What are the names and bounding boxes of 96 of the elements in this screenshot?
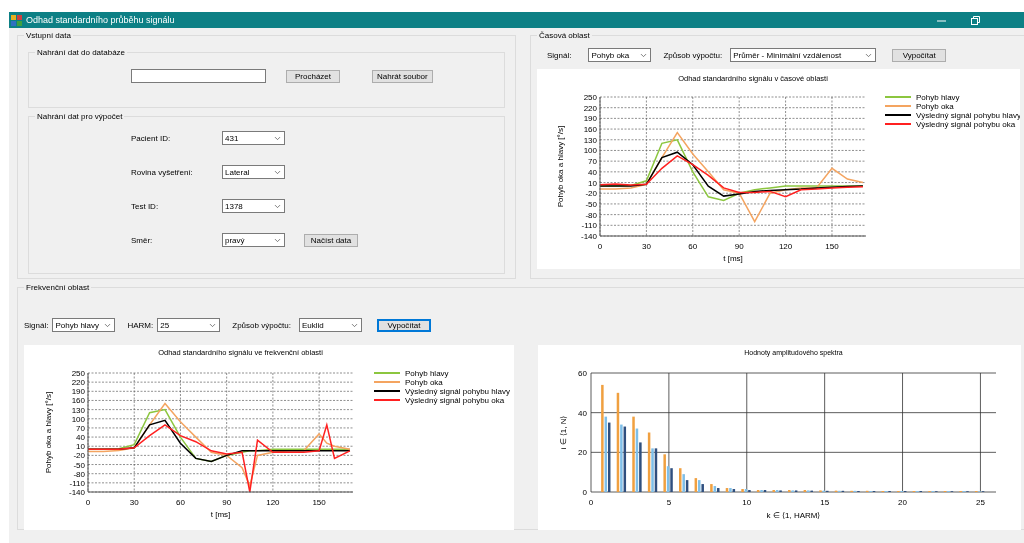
dropdown[interactable]: Pohyb oka (588, 48, 652, 62)
axis-title: i ∈ ⟨1, N⟩ (559, 415, 568, 450)
axis-title: Pohyb oka a hlavy [°/s] (556, 125, 565, 208)
tick-label: 220 (583, 103, 597, 113)
window-title: Odhad standardního průběhu signálu (26, 15, 176, 25)
file-path-field[interactable] (131, 69, 266, 83)
tick-label: 0 (588, 498, 594, 507)
tick-label: -50 (585, 199, 597, 209)
tick-label: -140 (581, 232, 597, 241)
field-label: Způsob výpočtu: (232, 320, 291, 330)
tick-label: 150 (312, 498, 326, 507)
group-title: Časová oblast (538, 31, 591, 40)
tick-label: 130 (583, 135, 597, 145)
tick-label: 120 (266, 498, 280, 507)
group-title: Frekvenční oblast (25, 283, 91, 292)
load-data-button[interactable]: Načíst data (304, 233, 358, 247)
tick-label: 40 (76, 433, 85, 443)
tick-label: -80 (73, 469, 85, 479)
field-label: Pacient ID: (131, 133, 171, 143)
tick-label: 30 (129, 498, 139, 507)
legend-label: Pohyb oka (916, 102, 954, 111)
legend-label: Pohyb hlavy (916, 93, 960, 102)
field-label: Směr: (131, 235, 153, 245)
dropdown[interactable]: Euklid (298, 318, 362, 332)
tick-label: 70 (76, 423, 85, 433)
tick-label: 190 (583, 114, 597, 124)
tick-label: 0 (85, 498, 91, 507)
tick-label: 90 (734, 242, 744, 251)
tick-label: 250 (583, 93, 597, 102)
tick-label: 220 (71, 378, 85, 388)
dropdown[interactable]: 25 (157, 318, 221, 332)
tick-label: 70 (588, 157, 597, 167)
tick-label: 10 (588, 178, 597, 188)
tick-label: -20 (585, 189, 597, 199)
dropdown[interactable]: 1378 (222, 199, 285, 213)
field-label: Signál: (24, 320, 49, 330)
dropdown[interactable]: Lateral (222, 165, 285, 179)
axis-title: Pohyb oka a hlavy [°/s] (44, 391, 53, 474)
dropdown[interactable]: pravý (222, 233, 285, 247)
field-label: Rovina vyšetření: (131, 167, 193, 177)
legend-label: Výsledný signál pohybu hlavy (916, 111, 1020, 120)
tick-label: 90 (222, 498, 232, 507)
tick-label: 60 (176, 498, 185, 507)
legend-label: Pohyb oka (405, 378, 443, 387)
tick-label: 20 (578, 448, 587, 458)
tick-label: 10 (76, 442, 85, 452)
tick-label: -50 (73, 460, 85, 470)
tick-label: 40 (578, 408, 587, 418)
app-icon (11, 14, 22, 26)
dropdown[interactable]: Pohyb hlavy (52, 318, 116, 332)
calculate-button[interactable]: Vypočítat (892, 48, 947, 62)
axis-title: t [ms] (210, 510, 231, 519)
tick-label: 160 (71, 396, 85, 406)
tick-label: 130 (71, 405, 85, 415)
tick-label: 10 (742, 498, 752, 507)
group-title: Vstupní data (25, 31, 72, 40)
tick-label: -20 (73, 451, 85, 461)
field-label: Test ID: (131, 201, 159, 211)
tick-label: 30 (641, 242, 651, 251)
tick-label: 15 (820, 498, 830, 507)
tick-label: -110 (69, 478, 85, 488)
dropdown[interactable]: 431 (222, 131, 285, 145)
tick-label: 0 (582, 488, 587, 497)
tick-label: 25 (975, 498, 985, 507)
tick-label: 100 (583, 146, 597, 156)
restore-icon (970, 15, 980, 25)
tick-label: 40 (588, 167, 597, 177)
tick-label: 0 (597, 242, 603, 251)
group-title: Nahrání dat do databáze (36, 48, 127, 57)
tick-label: 250 (71, 369, 85, 378)
tick-label: 60 (578, 369, 587, 378)
axis-title: k ∈ ⟨1, HARM⟩ (766, 511, 821, 520)
legend-label: Výsledný signál pohybu oka (405, 396, 505, 405)
field-label: Signál: (547, 50, 572, 60)
upload-button[interactable]: Procházet (286, 69, 340, 83)
field-label: Způsob výpočtu: (663, 50, 723, 60)
tick-label: 160 (583, 125, 597, 135)
tick-label: -110 (581, 221, 597, 231)
group-title: Nahrání dat pro výpočet (36, 112, 124, 121)
legend-label: Výsledný signál pohybu hlavy (405, 387, 510, 396)
legend-label: Výsledný signál pohybu oka (916, 120, 1016, 129)
axis-title: t [ms] (723, 254, 743, 263)
tick-label: 190 (71, 387, 85, 397)
tick-label: 100 (71, 414, 85, 424)
tick-label: -140 (69, 488, 85, 497)
tick-label: 120 (778, 242, 793, 251)
dropdown[interactable]: Průměr - Minimální vzdálenost (730, 48, 877, 62)
upload-button[interactable]: Nahrát soubor (372, 69, 433, 83)
tick-label: 150 (825, 242, 839, 251)
tick-label: 60 (688, 242, 698, 251)
field-label: HARM: (127, 320, 154, 330)
calculate-button[interactable]: Vypočítat (376, 318, 431, 332)
tick-label: 20 (898, 498, 907, 507)
tick-label: -80 (585, 210, 597, 220)
tick-label: 5 (666, 498, 672, 507)
legend-label: Pohyb hlavy (405, 369, 449, 378)
